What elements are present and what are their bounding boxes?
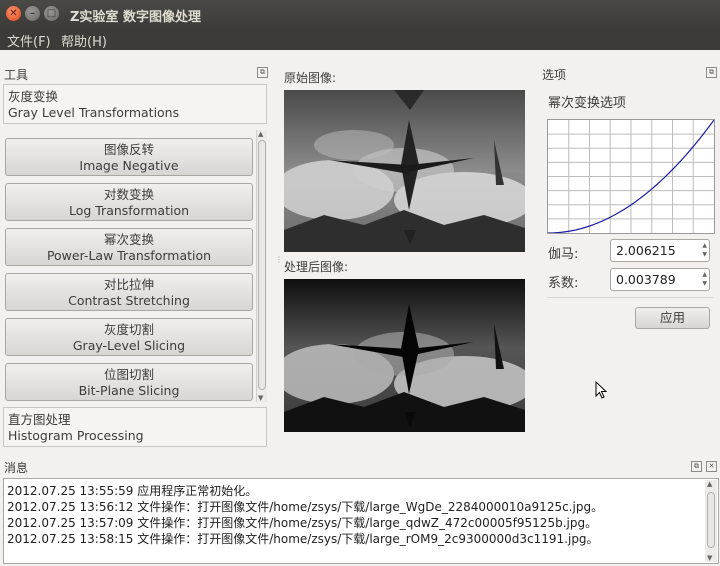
contrast-stretching-button[interactable]: 对比拉伸 Contrast Stretching [5,273,253,311]
log-scrollbar[interactable]: ▲ ▼ [705,480,717,562]
options-dock-title: 选项 [542,68,567,82]
processed-image [284,279,525,432]
gamma-spinbox[interactable]: 2.006215 ▲ ▼ [610,239,710,262]
messages-float-button[interactable]: ⧉ [691,461,702,472]
splitter-handle[interactable]: ⋮ [275,255,283,264]
log-line: 2012.07.25 13:57:09 文件操作：打开图像文件/home/zsy… [7,516,598,530]
button-label-zh: 图像反转 [103,142,154,157]
gamma-down-arrow-icon[interactable]: ▼ [702,251,707,259]
transform-curve [547,119,715,234]
button-label-en: Log Transformation [68,203,190,218]
coefficient-value: 0.003789 [616,272,676,287]
image-negative-button[interactable]: 图像反转 Image Negative [5,138,253,176]
gamma-label: 伽马: [548,247,579,262]
tools-dock-title: 工具 [4,68,29,82]
menu-file[interactable]: 文件(F) [7,31,51,50]
window-maximize-button[interactable]: □ [44,6,59,21]
button-label-zh: 对数变换 [103,187,154,202]
bit-plane-slicing-button[interactable]: 位图切割 Bit-Plane Slicing [5,363,253,401]
log-line: 2012.07.25 13:56:12 文件操作：打开图像文件/home/zsy… [7,500,604,514]
button-label-zh: 对比拉伸 [103,277,154,292]
log-transformation-button[interactable]: 对数变换 Log Transformation [5,183,253,221]
gray-level-slicing-button[interactable]: 灰度切割 Gray-Level Slicing [5,318,253,356]
button-label-en: Power-Law Transformation [46,248,212,263]
category-label-zh: 灰度变换 [8,89,59,104]
menu-bar: 文件(F) 帮助(H) [0,28,720,50]
tools-float-button[interactable]: ⧉ [257,67,268,78]
category-histogram[interactable]: 直方图处理 Histogram Processing [3,407,267,447]
original-image [284,90,525,252]
button-label-zh: 幂次变换 [103,232,154,247]
gamma-up-arrow-icon[interactable]: ▲ [702,242,707,250]
button-label-zh: 位图切割 [103,367,154,382]
log-scroll-thumb[interactable] [707,492,715,548]
tools-scrollbar[interactable]: ▲ ▼ [256,130,267,402]
button-label-en: Contrast Stretching [68,293,190,308]
power-law-button[interactable]: 幂次变换 Power-Law Transformation [5,228,253,266]
scroll-up-arrow-icon[interactable]: ▲ [258,130,263,138]
log-scroll-down-icon[interactable]: ▼ [707,554,712,562]
button-label-en: Image Negative [79,158,179,173]
window-close-button[interactable]: ✕ [6,6,21,21]
power-law-options-title: 幂次变换选项 [548,96,627,111]
messages-dock-title: 消息 [4,461,29,475]
category-label-zh: 直方图处理 [8,412,71,427]
original-image-label: 原始图像: [284,71,337,85]
apply-button[interactable]: 应用 [635,307,710,329]
processed-image-label: 处理后图像: [284,260,349,274]
button-label-zh: 灰度切割 [103,322,154,337]
category-label-en: Histogram Processing [8,428,144,443]
tools-scroll-thumb[interactable] [258,140,266,390]
mouse-cursor-icon [595,381,607,399]
log-line: 2012.07.25 13:58:15 文件操作：打开图像文件/home/zsy… [7,532,599,546]
message-log[interactable]: 2012.07.25 13:55:59 应用程序正常初始化。 2012.07.2… [3,478,719,564]
button-label-en: Gray-Level Slicing [72,338,186,353]
messages-close-button[interactable]: ✕ [706,461,717,472]
coefficient-down-arrow-icon[interactable]: ▼ [702,280,707,288]
log-scroll-up-icon[interactable]: ▲ [707,480,712,488]
coefficient-up-arrow-icon[interactable]: ▲ [702,271,707,279]
window-title: Z实验室 数字图像处理 [70,10,201,25]
title-bar: ✕ – □ Z实验室 数字图像处理 [0,0,720,28]
log-line: 2012.07.25 13:55:59 应用程序正常初始化。 [7,484,258,498]
menu-help[interactable]: 帮助(H) [61,31,107,50]
coefficient-label: 系数: [548,276,579,291]
gamma-value: 2.006215 [616,243,676,258]
options-divider [547,297,713,298]
window-minimize-button[interactable]: – [25,6,40,21]
coefficient-spinbox[interactable]: 0.003789 ▲ ▼ [610,268,710,291]
options-float-button[interactable]: ⧉ [706,67,717,78]
scroll-down-arrow-icon[interactable]: ▼ [258,394,263,402]
category-label-en: Gray Level Transformations [8,105,180,120]
category-gray-level[interactable]: 灰度变换 Gray Level Transformations [3,84,267,124]
button-label-en: Bit-Plane Slicing [78,383,180,398]
